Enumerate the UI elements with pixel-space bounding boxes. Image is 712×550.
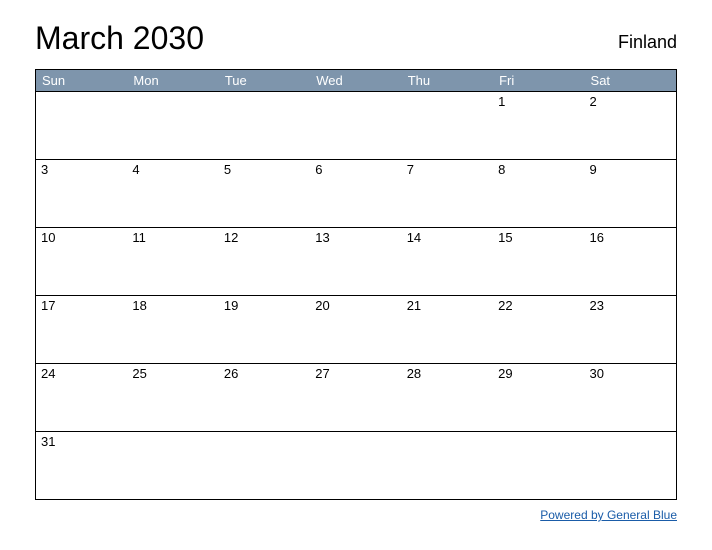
calendar-header: March 2030 Finland (35, 20, 677, 57)
day-headers-row: Sun Mon Tue Wed Thu Fri Sat (36, 70, 676, 91)
day-cell: 26 (219, 364, 310, 431)
day-cell: 5 (219, 160, 310, 227)
day-cell: 9 (585, 160, 676, 227)
day-cell: 16 (585, 228, 676, 295)
footer: Powered by General Blue (35, 506, 677, 524)
day-cell (127, 432, 218, 499)
day-header: Fri (493, 70, 584, 91)
day-cell: 24 (36, 364, 127, 431)
day-cell: 20 (310, 296, 401, 363)
day-header: Sun (36, 70, 127, 91)
day-cell: 15 (493, 228, 584, 295)
day-cell (219, 92, 310, 159)
day-header: Mon (127, 70, 218, 91)
day-cell: 21 (402, 296, 493, 363)
day-cell: 22 (493, 296, 584, 363)
day-cell: 29 (493, 364, 584, 431)
day-cell: 8 (493, 160, 584, 227)
day-cell: 2 (585, 92, 676, 159)
week-row: 3 4 5 6 7 8 9 (36, 159, 676, 227)
day-header: Sat (585, 70, 676, 91)
day-cell: 1 (493, 92, 584, 159)
day-cell: 3 (36, 160, 127, 227)
day-cell: 23 (585, 296, 676, 363)
calendar-country: Finland (618, 32, 677, 57)
day-cell (310, 432, 401, 499)
day-cell (127, 92, 218, 159)
week-row: 1 2 (36, 91, 676, 159)
day-cell (310, 92, 401, 159)
day-cell (402, 432, 493, 499)
day-cell (585, 432, 676, 499)
powered-by-link[interactable]: Powered by General Blue (540, 508, 677, 522)
day-cell: 25 (127, 364, 218, 431)
week-row: 31 (36, 431, 676, 499)
day-cell: 12 (219, 228, 310, 295)
week-row: 10 11 12 13 14 15 16 (36, 227, 676, 295)
day-cell: 30 (585, 364, 676, 431)
day-cell (493, 432, 584, 499)
day-cell: 4 (127, 160, 218, 227)
calendar-grid: Sun Mon Tue Wed Thu Fri Sat 1 2 3 4 5 6 … (35, 69, 677, 500)
day-header: Tue (219, 70, 310, 91)
day-cell (402, 92, 493, 159)
week-row: 24 25 26 27 28 29 30 (36, 363, 676, 431)
day-cell: 18 (127, 296, 218, 363)
day-cell: 27 (310, 364, 401, 431)
day-cell: 10 (36, 228, 127, 295)
day-header: Wed (310, 70, 401, 91)
day-cell: 14 (402, 228, 493, 295)
day-cell: 6 (310, 160, 401, 227)
day-cell: 31 (36, 432, 127, 499)
day-cell: 13 (310, 228, 401, 295)
day-cell: 19 (219, 296, 310, 363)
day-cell: 28 (402, 364, 493, 431)
day-cell (219, 432, 310, 499)
day-cell: 11 (127, 228, 218, 295)
week-row: 17 18 19 20 21 22 23 (36, 295, 676, 363)
calendar-title: March 2030 (35, 20, 204, 57)
day-cell (36, 92, 127, 159)
day-header: Thu (402, 70, 493, 91)
day-cell: 7 (402, 160, 493, 227)
day-cell: 17 (36, 296, 127, 363)
